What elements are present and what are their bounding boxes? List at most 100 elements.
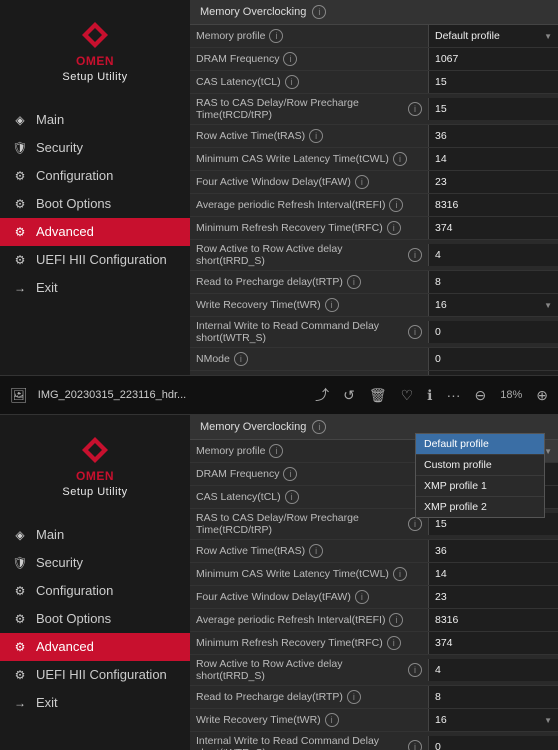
sidebar-bottom-exit[interactable]: → Exit — [0, 689, 190, 717]
memory-profile-info-icon[interactable]: i — [269, 29, 283, 43]
photo-bar: 🖼 IMG_20230315_223116_hdr... ⤴ ↺ 🗑 ♡ ℹ ·… — [0, 375, 558, 415]
rfc-val-b: 374 — [428, 632, 558, 654]
rtp-info-b[interactable]: i — [347, 690, 361, 704]
rcd-info[interactable]: i — [408, 102, 422, 116]
logo-icon — [80, 20, 110, 50]
wtrs-info[interactable]: i — [408, 325, 422, 339]
sidebar-bottom-security[interactable]: 🛡 Security — [0, 549, 190, 577]
sidebar-item-main[interactable]: ◈ Main — [0, 106, 190, 134]
faw-value: 23 — [428, 171, 558, 193]
sidebar-bottom-configuration[interactable]: ⚙ Configuration — [0, 577, 190, 605]
rtp-info[interactable]: i — [347, 275, 361, 289]
rtp-val-b: 8 — [428, 686, 558, 708]
heart-icon[interactable]: ♡ — [401, 387, 414, 404]
rfc-info-b[interactable]: i — [387, 636, 401, 650]
sidebar-item-uefi[interactable]: ⚙ UEFI HII Configuration — [0, 246, 190, 274]
cas-info-b[interactable]: i — [285, 490, 299, 504]
row-wtrs-b: Internal Write to Read Command Delay sho… — [190, 732, 558, 750]
sidebar-item-advanced[interactable]: ⚙ Advanced — [0, 218, 190, 246]
twr-val-b[interactable]: 16 — [428, 709, 558, 731]
ras-val-b: 36 — [428, 540, 558, 562]
section-info-icon[interactable]: i — [312, 5, 326, 19]
rcd-info-b[interactable]: i — [408, 517, 422, 531]
rfc-value: 374 — [428, 217, 558, 239]
dropdown-opt-default[interactable]: Default profile — [416, 434, 544, 455]
exit-icon-b: → — [12, 695, 28, 711]
dropdown-overlay[interactable]: Default profile Custom profile XMP profi… — [415, 433, 545, 518]
share-icon[interactable]: ⤴ — [315, 385, 329, 405]
boot-icon: ⚙ — [12, 196, 28, 212]
main-icon-b: ◈ — [12, 527, 28, 543]
advanced-icon: ⚙ — [12, 224, 28, 240]
boot-icon-b: ⚙ — [12, 611, 28, 627]
faw-info-b[interactable]: i — [355, 590, 369, 604]
rrds-info[interactable]: i — [408, 248, 422, 262]
label-main-b: Main — [36, 527, 64, 542]
exit-icon: → — [12, 280, 28, 296]
app-title-bottom: OMENSetup Utility — [62, 469, 127, 499]
wtrs-val-b: 0 — [428, 736, 558, 750]
twr-value[interactable]: 16 — [428, 294, 558, 316]
dram-value: 1067 — [428, 48, 558, 70]
photo-toolbar: ⤴ ↺ 🗑 ♡ ℹ ··· ⊖ 18% ⊕ — [315, 385, 548, 405]
dropdown-opt-xmp2[interactable]: XMP profile 2 — [416, 497, 544, 517]
sidebar-bottom-advanced[interactable]: ⚙ Advanced — [0, 633, 190, 661]
sidebar-item-configuration[interactable]: ⚙ Configuration — [0, 162, 190, 190]
advanced-icon-b: ⚙ — [12, 639, 28, 655]
sidebar-bottom-boot[interactable]: ⚙ Boot Options — [0, 605, 190, 633]
nmode-value: 0 — [428, 348, 558, 370]
dram-info-b[interactable]: i — [283, 467, 297, 481]
row-rfc-b: Minimum Refresh Recovery Time(tRFC) i 37… — [190, 632, 558, 655]
sidebar-item-security[interactable]: 🛡 Security — [0, 134, 190, 162]
app-title: OMENSetup Utility — [62, 54, 127, 84]
memory-profile-dropdown[interactable]: Default profile — [428, 25, 558, 47]
config-icon: ⚙ — [12, 168, 28, 184]
row-refi: Average periodic Refresh Interval(tREFI)… — [190, 194, 558, 217]
delete-icon[interactable]: 🗑 — [369, 387, 387, 404]
dram-info[interactable]: i — [283, 52, 297, 66]
sidebar-item-boot-options[interactable]: ⚙ Boot Options — [0, 190, 190, 218]
sidebar-top: OMENSetup Utility ◈ Main 🛡 Security ⚙ Co… — [0, 0, 190, 375]
label-boot-b: Boot Options — [36, 611, 111, 626]
rotate-icon[interactable]: ↺ — [343, 387, 355, 404]
faw-val-b: 23 — [428, 586, 558, 608]
dropdown-opt-custom[interactable]: Custom profile — [416, 455, 544, 476]
twr-info[interactable]: i — [325, 298, 339, 312]
logo-icon-bottom — [80, 435, 110, 465]
rrds-info-b[interactable]: i — [408, 663, 422, 677]
ras-info[interactable]: i — [309, 129, 323, 143]
row-rfc: Minimum Refresh Recovery Time(tRFC) i 37… — [190, 217, 558, 240]
info-circle-icon[interactable]: ℹ — [427, 387, 432, 404]
wtrs-info-b[interactable]: i — [408, 740, 422, 750]
sidebar-bottom-main[interactable]: ◈ Main — [0, 521, 190, 549]
refi-value: 8316 — [428, 194, 558, 216]
cwl-val-b: 14 — [428, 563, 558, 585]
row-rrds: Row Active to Row Active delay short(tRR… — [190, 240, 558, 271]
sidebar-item-exit[interactable]: → Exit — [0, 274, 190, 302]
section-info-icon-b[interactable]: i — [312, 420, 326, 434]
sidebar-nav-bottom: ◈ Main 🛡 Security ⚙ Configuration ⚙ Boot… — [0, 521, 190, 717]
more-icon[interactable]: ··· — [447, 387, 461, 403]
settings-row-memory-profile: Memory profile i Default profile — [190, 25, 558, 48]
cwl-info-b[interactable]: i — [393, 567, 407, 581]
sidebar-bottom-uefi[interactable]: ⚙ UEFI HII Configuration — [0, 661, 190, 689]
nmode-info[interactable]: i — [234, 352, 248, 366]
faw-info[interactable]: i — [355, 175, 369, 189]
voltage-value[interactable]: 1.20 Volts — [428, 371, 558, 375]
row-cwl: Minimum CAS Write Latency Time(tCWL) i 1… — [190, 148, 558, 171]
row-ras: Row Active Time(tRAS) i 36 — [190, 125, 558, 148]
dropdown-opt-xmp1[interactable]: XMP profile 1 — [416, 476, 544, 497]
zoom-out-icon[interactable]: ⊖ — [475, 387, 487, 404]
rfc-info[interactable]: i — [387, 221, 401, 235]
cwl-info[interactable]: i — [393, 152, 407, 166]
wtrs-value: 0 — [428, 321, 558, 343]
cas-info[interactable]: i — [285, 75, 299, 89]
refi-info-b[interactable]: i — [389, 613, 403, 627]
twr-info-b[interactable]: i — [325, 713, 339, 727]
refi-info[interactable]: i — [389, 198, 403, 212]
row-rtp: Read to Precharge delay(tRTP) i 8 — [190, 271, 558, 294]
zoom-in-icon[interactable]: ⊕ — [536, 387, 548, 404]
ras-info-b[interactable]: i — [309, 544, 323, 558]
profile-info-b[interactable]: i — [269, 444, 283, 458]
sidebar-label-boot-options: Boot Options — [36, 196, 111, 211]
